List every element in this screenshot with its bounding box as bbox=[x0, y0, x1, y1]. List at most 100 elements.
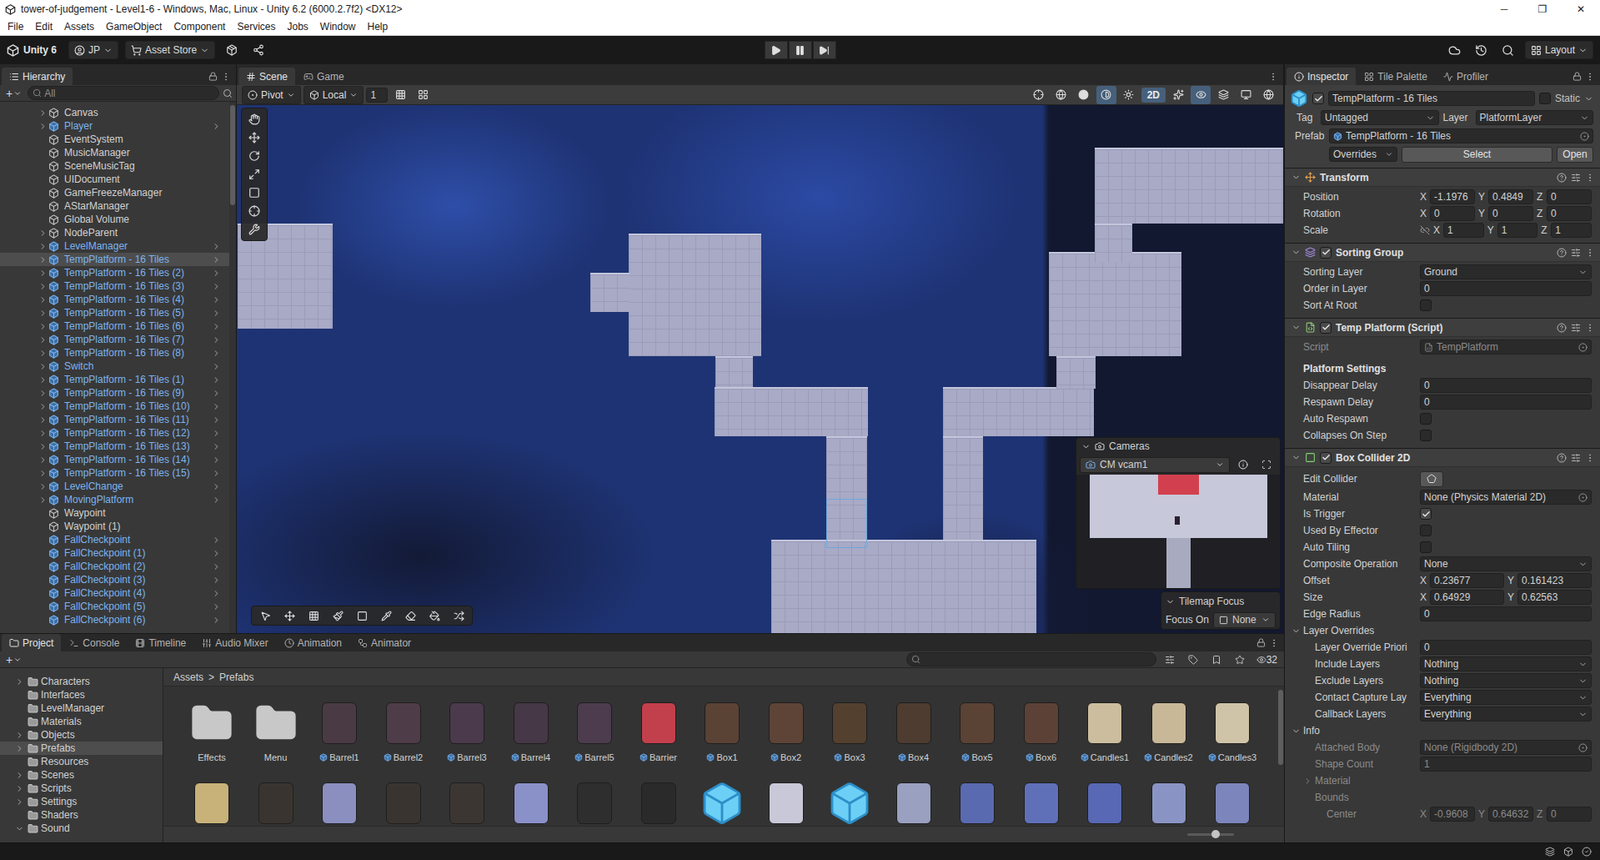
hierarchy-item[interactable]: TempPlatform - 16 Tiles (3) bbox=[0, 279, 230, 293]
preset-icon[interactable] bbox=[1570, 247, 1581, 258]
hierarchy-item[interactable]: TempPlatform - 16 Tiles (15) bbox=[0, 466, 230, 480]
open-prefab-icon[interactable] bbox=[211, 535, 221, 545]
grid-size-field[interactable]: 1 bbox=[366, 87, 388, 103]
hidden-count[interactable]: 32 bbox=[1253, 650, 1281, 669]
expand-arrow[interactable] bbox=[13, 822, 26, 834]
dropdown-field[interactable]: Ground bbox=[1419, 264, 1592, 280]
asset-item[interactable] bbox=[1202, 777, 1263, 826]
open-prefab-icon[interactable] bbox=[211, 601, 221, 612]
folder-tree-item[interactable]: Characters bbox=[0, 674, 163, 688]
active-checkbox[interactable] bbox=[1312, 92, 1325, 105]
expand-arrow[interactable] bbox=[36, 306, 49, 319]
number-field[interactable]: 0.64929 bbox=[1429, 589, 1505, 605]
expanded-icon[interactable] bbox=[1291, 452, 1301, 462]
object-picker-icon[interactable] bbox=[1578, 742, 1588, 753]
menu-item[interactable]: Component bbox=[167, 20, 231, 33]
menu-item[interactable]: Help bbox=[361, 20, 395, 33]
layout-dropdown[interactable]: Layout bbox=[1524, 40, 1594, 60]
hierarchy-item[interactable]: FallCheckpoint (1) bbox=[0, 546, 230, 560]
number-field[interactable]: 1 bbox=[1443, 222, 1485, 238]
asset-item[interactable]: Box2 bbox=[756, 697, 817, 764]
tool-button[interactable] bbox=[243, 202, 266, 220]
draw-mode-button[interactable] bbox=[1073, 85, 1094, 105]
step-button[interactable] bbox=[812, 40, 837, 60]
open-prefab-icon[interactable] bbox=[211, 588, 221, 598]
asset-item[interactable] bbox=[309, 777, 370, 826]
tool-button[interactable] bbox=[243, 147, 266, 165]
hierarchy-item[interactable]: TempPlatform - 16 Tiles (12) bbox=[0, 426, 230, 440]
folder-tree-item[interactable]: Scripts bbox=[0, 781, 163, 795]
more-icon[interactable] bbox=[1584, 247, 1595, 258]
asset-item[interactable]: Candles2 bbox=[1138, 697, 1199, 764]
scroll-thumb[interactable] bbox=[230, 105, 236, 206]
menu-item[interactable]: Edit bbox=[29, 20, 59, 33]
panel-tab[interactable]: Tile Palette bbox=[1356, 67, 1435, 86]
asset-item[interactable]: Box6 bbox=[1011, 697, 1072, 764]
folder-tree-item[interactable]: Settings bbox=[0, 794, 163, 808]
history-button[interactable] bbox=[1471, 40, 1492, 60]
help-icon[interactable] bbox=[1556, 452, 1567, 463]
component-header[interactable]: Transform bbox=[1284, 168, 1600, 187]
camera-info-button[interactable] bbox=[1233, 455, 1254, 474]
platform[interactable] bbox=[771, 539, 1037, 633]
shading-button[interactable] bbox=[1051, 85, 1072, 105]
hierarchy-item[interactable]: TempPlatform - 16 Tiles (14) bbox=[0, 452, 230, 467]
hierarchy-item[interactable]: NodeParent bbox=[0, 225, 230, 240]
asset-item[interactable] bbox=[181, 777, 242, 826]
hierarchy-item[interactable]: LevelManager bbox=[0, 239, 230, 253]
expand-arrow[interactable] bbox=[13, 768, 26, 781]
gizmo-button[interactable] bbox=[1028, 85, 1049, 105]
panel-tab[interactable]: Game bbox=[295, 67, 352, 86]
open-prefab-icon[interactable] bbox=[211, 615, 221, 625]
breadcrumb-item[interactable]: Prefabs bbox=[219, 671, 254, 683]
asset-item[interactable]: Menu bbox=[245, 697, 306, 764]
hierarchy-item[interactable]: TempPlatform - 16 Tiles (5) bbox=[0, 305, 230, 320]
platform[interactable] bbox=[826, 436, 868, 541]
focus-dropdown[interactable]: None bbox=[1213, 611, 1276, 628]
effects-button[interactable] bbox=[1168, 85, 1189, 105]
open-prefab-icon[interactable] bbox=[211, 428, 221, 438]
object-picker-icon[interactable] bbox=[1578, 492, 1588, 502]
asset-item[interactable]: Candles1 bbox=[1074, 697, 1135, 764]
number-field[interactable]: 0 bbox=[1419, 606, 1592, 622]
expand-arrow[interactable] bbox=[36, 226, 49, 239]
platform[interactable] bbox=[714, 386, 868, 437]
panel-tab[interactable]: Hierarchy bbox=[1, 67, 73, 86]
open-prefab-icon[interactable] bbox=[211, 255, 221, 265]
platform[interactable] bbox=[590, 272, 630, 312]
number-field[interactable]: 1 bbox=[1550, 222, 1592, 238]
account-dropdown[interactable]: JP bbox=[68, 40, 119, 60]
foldout-arrow[interactable] bbox=[1291, 726, 1304, 736]
folder-tree-item[interactable]: Sound bbox=[0, 821, 163, 835]
static-dropdown-icon[interactable] bbox=[1584, 94, 1594, 104]
menu-item[interactable]: GameObject bbox=[100, 20, 168, 33]
asset-item[interactable] bbox=[245, 777, 306, 826]
tile-tool-button[interactable] bbox=[302, 606, 325, 624]
visibility-button[interactable] bbox=[1190, 85, 1211, 105]
asset-item[interactable] bbox=[1138, 777, 1199, 826]
expand-arrow[interactable] bbox=[36, 240, 49, 252]
component-header[interactable]: Box Collider 2D bbox=[1284, 448, 1600, 467]
component-header[interactable]: Sorting Group bbox=[1284, 243, 1600, 262]
folder-tree-item[interactable]: Scenes bbox=[0, 767, 163, 782]
cloud-button[interactable] bbox=[1444, 40, 1465, 60]
edit-collider-button[interactable] bbox=[1419, 471, 1444, 487]
hierarchy-search[interactable]: All bbox=[27, 85, 220, 101]
hierarchy-item[interactable]: Global Volume bbox=[0, 212, 230, 226]
asset-item[interactable] bbox=[756, 777, 817, 826]
asset-item[interactable]: Barrel1 bbox=[309, 697, 370, 764]
open-prefab-icon[interactable] bbox=[211, 361, 221, 372]
hierarchy-item[interactable]: Canvas bbox=[0, 105, 230, 120]
hierarchy-item[interactable]: GameFreezeManager bbox=[0, 185, 230, 200]
expand-arrow[interactable] bbox=[36, 333, 49, 346]
expand-arrow[interactable] bbox=[13, 782, 26, 794]
property-row[interactable]: Layer Overrides bbox=[1284, 621, 1600, 639]
hierarchy-item[interactable]: LevelChange bbox=[0, 479, 230, 493]
expand-arrow[interactable] bbox=[36, 413, 49, 426]
add-button[interactable]: + bbox=[3, 653, 25, 666]
object-name-field[interactable]: TempPlatform - 16 Tiles bbox=[1328, 90, 1535, 106]
expanded-icon[interactable] bbox=[1291, 247, 1301, 257]
more-icon[interactable] bbox=[1584, 172, 1595, 183]
hierarchy-item[interactable]: Waypoint (1) bbox=[0, 519, 230, 533]
open-prefab-icon[interactable] bbox=[211, 481, 221, 492]
